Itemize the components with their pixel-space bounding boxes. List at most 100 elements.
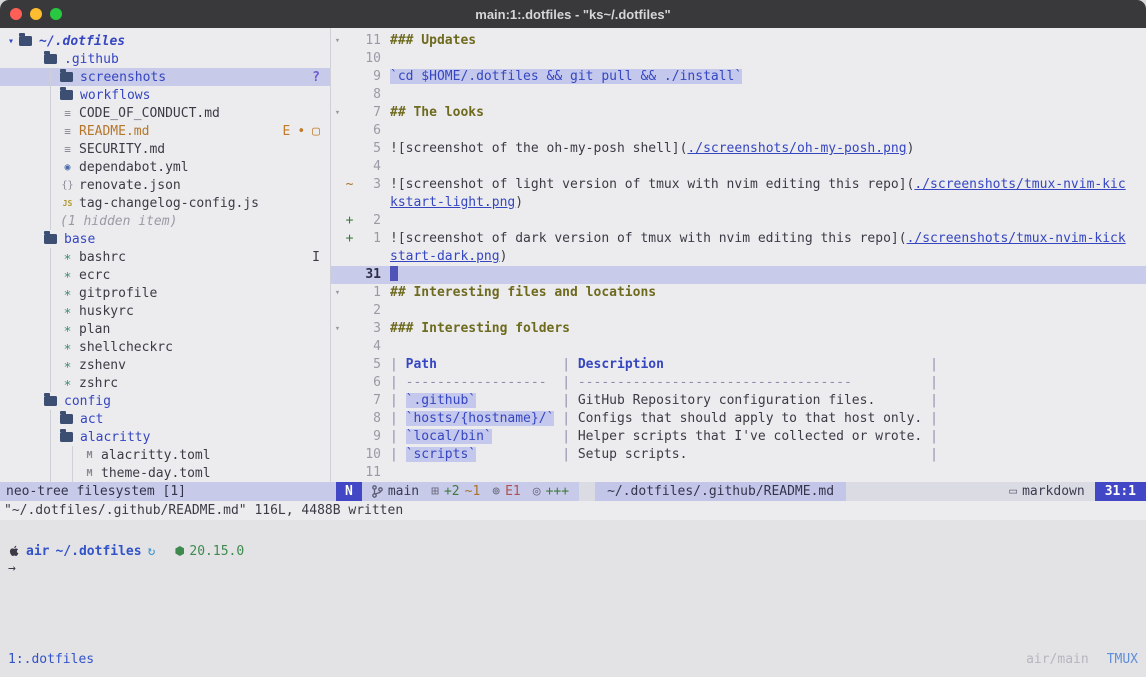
editor-line-3[interactable]: ▾3### Interesting folders bbox=[331, 320, 1146, 338]
editor-line-4[interactable]: 4 bbox=[331, 158, 1146, 176]
tree-file-item[interactable]: {}renovate.json bbox=[0, 176, 330, 194]
syntax-segment: `.github` bbox=[406, 393, 476, 408]
tree-file-item[interactable]: ∗zshenv bbox=[0, 356, 330, 374]
editor-line-8[interactable]: 8| `hosts/{hostname}/` | Configs that sh… bbox=[331, 410, 1146, 428]
editor-line-31[interactable]: 31 bbox=[331, 266, 1146, 284]
line-content: ## Interesting files and locations bbox=[381, 284, 656, 302]
editor-line-11[interactable]: ▾11### Updates bbox=[331, 32, 1146, 50]
line-number: 4 bbox=[355, 158, 381, 176]
syntax-segment: | bbox=[930, 393, 938, 408]
git-sign bbox=[344, 446, 355, 464]
editor-line-5[interactable]: 5![screenshot of the oh-my-posh shell](.… bbox=[331, 140, 1146, 158]
editor-line-8[interactable]: 8 bbox=[331, 86, 1146, 104]
editor-line-3[interactable]: ~3![screenshot of light version of tmux … bbox=[331, 176, 1146, 194]
editor-line-11[interactable]: 11 bbox=[331, 464, 1146, 482]
editor-line-2[interactable]: 2 bbox=[331, 302, 1146, 320]
toml-file-icon: M bbox=[82, 468, 97, 479]
minimize-button[interactable] bbox=[30, 8, 42, 20]
folder-icon bbox=[60, 90, 73, 100]
diff-icon: ⊞ bbox=[431, 482, 439, 501]
line-number: 4 bbox=[355, 338, 381, 356]
tree-file-item[interactable]: ∗ecrc bbox=[0, 266, 330, 284]
tree-label: zshenv bbox=[79, 358, 126, 373]
tree-folder-item[interactable]: config bbox=[0, 392, 330, 410]
editor-line-6[interactable]: 6 bbox=[331, 122, 1146, 140]
tmux-pane: ▾~/.dotfiles.githubscreenshots?workflows… bbox=[0, 28, 1146, 482]
syntax-segment: | bbox=[562, 447, 578, 462]
line-content: start-dark.png) bbox=[381, 248, 507, 266]
tree-hidden-note[interactable]: (1 hidden item) bbox=[0, 212, 330, 230]
tree-file-item[interactable]: ∗zshrc bbox=[0, 374, 330, 392]
status-mark: • bbox=[297, 124, 305, 139]
diff-changed: ~1 bbox=[465, 482, 481, 501]
close-button[interactable] bbox=[10, 8, 22, 20]
editor-line-2[interactable]: +2 bbox=[331, 212, 1146, 230]
line-number: 11 bbox=[355, 464, 381, 482]
tree-label: ~/.dotfiles bbox=[39, 34, 125, 49]
line-number: 9 bbox=[355, 428, 381, 446]
fullscreen-button[interactable] bbox=[50, 8, 62, 20]
tree-folder-item[interactable]: alacritty bbox=[0, 428, 330, 446]
node-version-segment: 20.15.0 bbox=[175, 544, 244, 559]
editor-line-1[interactable]: ▾1## Interesting files and locations bbox=[331, 284, 1146, 302]
tree-file-item[interactable]: ∗plan bbox=[0, 320, 330, 338]
tree-file-item[interactable]: ≡CODE_OF_CONDUCT.md bbox=[0, 104, 330, 122]
tree-label: CODE_OF_CONDUCT.md bbox=[79, 106, 220, 121]
tree-file-item[interactable]: ◉dependabot.yml bbox=[0, 158, 330, 176]
editor-line-7[interactable]: 7| `.github` | GitHub Repository configu… bbox=[331, 392, 1146, 410]
editor-line-wrap[interactable]: kstart-light.png) bbox=[331, 194, 1146, 212]
tree-file-item[interactable]: JStag-changelog-config.js bbox=[0, 194, 330, 212]
editor-line-9[interactable]: 9`cd $HOME/.dotfiles && git pull && ./in… bbox=[331, 68, 1146, 86]
status-mark: ? bbox=[312, 70, 320, 85]
editor-line-1[interactable]: +1![screenshot of dark version of tmux w… bbox=[331, 230, 1146, 248]
git-sign bbox=[344, 50, 355, 68]
fold-icon bbox=[331, 410, 344, 428]
editor-line-wrap[interactable]: start-dark.png) bbox=[331, 248, 1146, 266]
syntax-segment: | bbox=[930, 447, 938, 462]
editor-line-4[interactable]: 4 bbox=[331, 338, 1146, 356]
syntax-segment: ------------------ bbox=[406, 375, 563, 390]
fold-icon bbox=[331, 68, 344, 86]
editor-pane[interactable]: ▾11### Updates109`cd $HOME/.dotfiles && … bbox=[331, 28, 1146, 482]
tree-file-item[interactable]: ≡SECURITY.md bbox=[0, 140, 330, 158]
tree-file-item[interactable]: Malacritty.toml bbox=[0, 446, 330, 464]
tree-file-item[interactable]: ≡README.mdE•▢ bbox=[0, 122, 330, 140]
line-content: ![screenshot of dark version of tmux wit… bbox=[381, 230, 1126, 248]
extra-segment: ◎ +++ bbox=[533, 482, 569, 501]
neo-tree-sidebar[interactable]: ▾~/.dotfiles.githubscreenshots?workflows… bbox=[0, 28, 331, 482]
editor-line-10[interactable]: 10| `scripts` | Setup scripts. | bbox=[331, 446, 1146, 464]
line-number: 6 bbox=[355, 374, 381, 392]
syntax-segment: Configs that should apply to that host o… bbox=[578, 411, 930, 426]
syntax-segment bbox=[437, 357, 562, 372]
syntax-segment: | bbox=[562, 429, 578, 444]
git-sign bbox=[344, 374, 355, 392]
tree-folder-item[interactable]: screenshots? bbox=[0, 68, 330, 86]
tree-file-item[interactable]: ∗bashrcI bbox=[0, 248, 330, 266]
sync-icon: ↻ bbox=[148, 544, 156, 559]
syntax-segment: `cd $HOME/.dotfiles && git pull && ./ins… bbox=[390, 69, 742, 84]
tree-label: (1 hidden item) bbox=[60, 214, 177, 229]
tree-folder-item[interactable]: act bbox=[0, 410, 330, 428]
tree-file-item[interactable]: ∗shellcheckrc bbox=[0, 338, 330, 356]
tree-file-item[interactable]: ∗gitprofile bbox=[0, 284, 330, 302]
git-status-marks: I bbox=[312, 250, 330, 265]
shell-area[interactable]: air ~/.dotfiles ↻ 20.15.0 → 1:.dotfiles … bbox=[0, 520, 1146, 677]
editor-line-5[interactable]: 5| Path | Description | bbox=[331, 356, 1146, 374]
editor-line-10[interactable]: 10 bbox=[331, 50, 1146, 68]
tmux-window-label[interactable]: 1:.dotfiles bbox=[8, 652, 94, 667]
tree-folder-item[interactable]: base bbox=[0, 230, 330, 248]
git-sign bbox=[344, 338, 355, 356]
editor-line-9[interactable]: 9| `local/bin` | Helper scripts that I'v… bbox=[331, 428, 1146, 446]
tree-folder-item[interactable]: .github bbox=[0, 50, 330, 68]
tree-file-item[interactable]: Mtheme-day.toml bbox=[0, 464, 330, 482]
line-content: | ------------------ | -----------------… bbox=[381, 374, 938, 392]
editor-line-7[interactable]: ▾7## The looks bbox=[331, 104, 1146, 122]
git-sign bbox=[344, 68, 355, 86]
folder-icon bbox=[44, 234, 57, 244]
editor-line-6[interactable]: 6| ------------------ | ----------------… bbox=[331, 374, 1146, 392]
tree-folder-item[interactable]: ▾~/.dotfiles bbox=[0, 32, 330, 50]
tree-file-item[interactable]: ∗huskyrc bbox=[0, 302, 330, 320]
git-branch-segment: main bbox=[372, 482, 419, 501]
tree-folder-item[interactable]: workflows bbox=[0, 86, 330, 104]
git-sign bbox=[344, 122, 355, 140]
